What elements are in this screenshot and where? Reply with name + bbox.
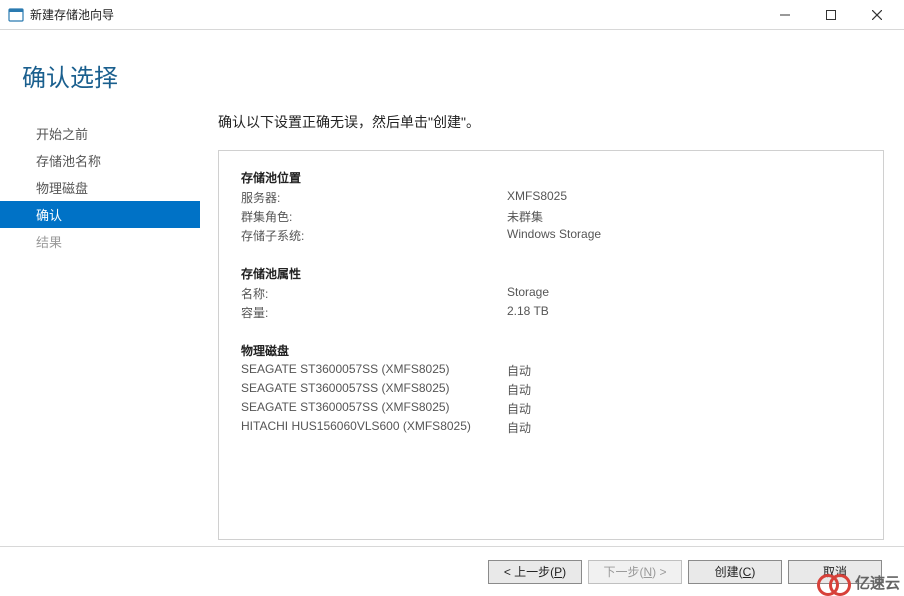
next-hotkey: N <box>643 565 652 579</box>
row-subsystem: 存储子系统: Windows Storage <box>241 226 861 245</box>
label-cluster-role: 群集角色: <box>241 208 507 225</box>
previous-button[interactable]: < 上一步(P) <box>488 560 582 584</box>
instruction-text: 确认以下设置正确无误，然后单击"创建"。 <box>218 112 884 132</box>
close-button[interactable] <box>854 0 900 30</box>
header: 确认选择 <box>0 30 904 110</box>
next-label-prefix: 下一步( <box>603 563 643 580</box>
minimize-button[interactable] <box>762 0 808 30</box>
row-server: 服务器: XMFS8025 <box>241 188 861 207</box>
label-server: 服务器: <box>241 189 507 206</box>
row-cluster-role: 群集角色: 未群集 <box>241 207 861 226</box>
create-label-suffix: ) <box>751 565 755 579</box>
window-title: 新建存储池向导 <box>30 6 114 23</box>
disk-3-mode: 自动 <box>507 419 861 436</box>
previous-label-suffix: ) <box>562 565 566 579</box>
value-subsystem: Windows Storage <box>507 227 861 244</box>
label-name: 名称: <box>241 285 507 302</box>
create-button[interactable]: 创建(C) <box>688 560 782 584</box>
nav-results: 结果 <box>0 228 200 255</box>
row-disk-2: SEAGATE ST3600057SS (XMFS8025) 自动 <box>241 399 861 418</box>
section-disks-title: 物理磁盘 <box>241 342 861 359</box>
section-properties-title: 存储池属性 <box>241 265 861 282</box>
label-capacity: 容量: <box>241 304 507 321</box>
nav-before-you-begin[interactable]: 开始之前 <box>0 120 200 147</box>
previous-hotkey: P <box>554 565 562 579</box>
disk-1-name: SEAGATE ST3600057SS (XMFS8025) <box>241 381 507 398</box>
disk-0-mode: 自动 <box>507 362 861 379</box>
nav-confirmation[interactable]: 确认 <box>0 201 200 228</box>
nav-physical-disks[interactable]: 物理磁盘 <box>0 174 200 201</box>
create-hotkey: C <box>743 565 752 579</box>
disk-1-mode: 自动 <box>507 381 861 398</box>
page-title: 确认选择 <box>22 58 904 93</box>
previous-label-prefix: < 上一步( <box>504 563 554 580</box>
app-icon <box>8 7 24 23</box>
disk-2-name: SEAGATE ST3600057SS (XMFS8025) <box>241 400 507 417</box>
summary-panel: 存储池位置 服务器: XMFS8025 群集角色: 未群集 存储子系统: Win… <box>218 150 884 540</box>
maximize-button[interactable] <box>808 0 854 30</box>
disk-2-mode: 自动 <box>507 400 861 417</box>
row-disk-0: SEAGATE ST3600057SS (XMFS8025) 自动 <box>241 361 861 380</box>
cancel-button[interactable]: 取消 <box>788 560 882 584</box>
body: 开始之前 存储池名称 物理磁盘 确认 结果 确认以下设置正确无误，然后单击"创建… <box>0 110 904 546</box>
value-cluster-role: 未群集 <box>507 208 861 225</box>
next-label-suffix: ) > <box>652 565 666 579</box>
create-label-prefix: 创建( <box>715 563 743 580</box>
footer: < 上一步(P) 下一步(N) > 创建(C) 取消 <box>0 546 904 596</box>
row-capacity: 容量: 2.18 TB <box>241 303 861 322</box>
value-capacity: 2.18 TB <box>507 304 861 321</box>
sidebar: 开始之前 存储池名称 物理磁盘 确认 结果 <box>0 110 200 546</box>
label-subsystem: 存储子系统: <box>241 227 507 244</box>
row-name: 名称: Storage <box>241 284 861 303</box>
section-location-title: 存储池位置 <box>241 169 861 186</box>
content: 确认以下设置正确无误，然后单击"创建"。 存储池位置 服务器: XMFS8025… <box>200 110 904 546</box>
disk-3-name: HITACHI HUS156060VLS600 (XMFS8025) <box>241 419 507 436</box>
disk-0-name: SEAGATE ST3600057SS (XMFS8025) <box>241 362 507 379</box>
row-disk-3: HITACHI HUS156060VLS600 (XMFS8025) 自动 <box>241 418 861 437</box>
nav-pool-name[interactable]: 存储池名称 <box>0 147 200 174</box>
row-disk-1: SEAGATE ST3600057SS (XMFS8025) 自动 <box>241 380 861 399</box>
value-name: Storage <box>507 285 861 302</box>
value-server: XMFS8025 <box>507 189 861 206</box>
titlebar: 新建存储池向导 <box>0 0 904 30</box>
next-button: 下一步(N) > <box>588 560 682 584</box>
